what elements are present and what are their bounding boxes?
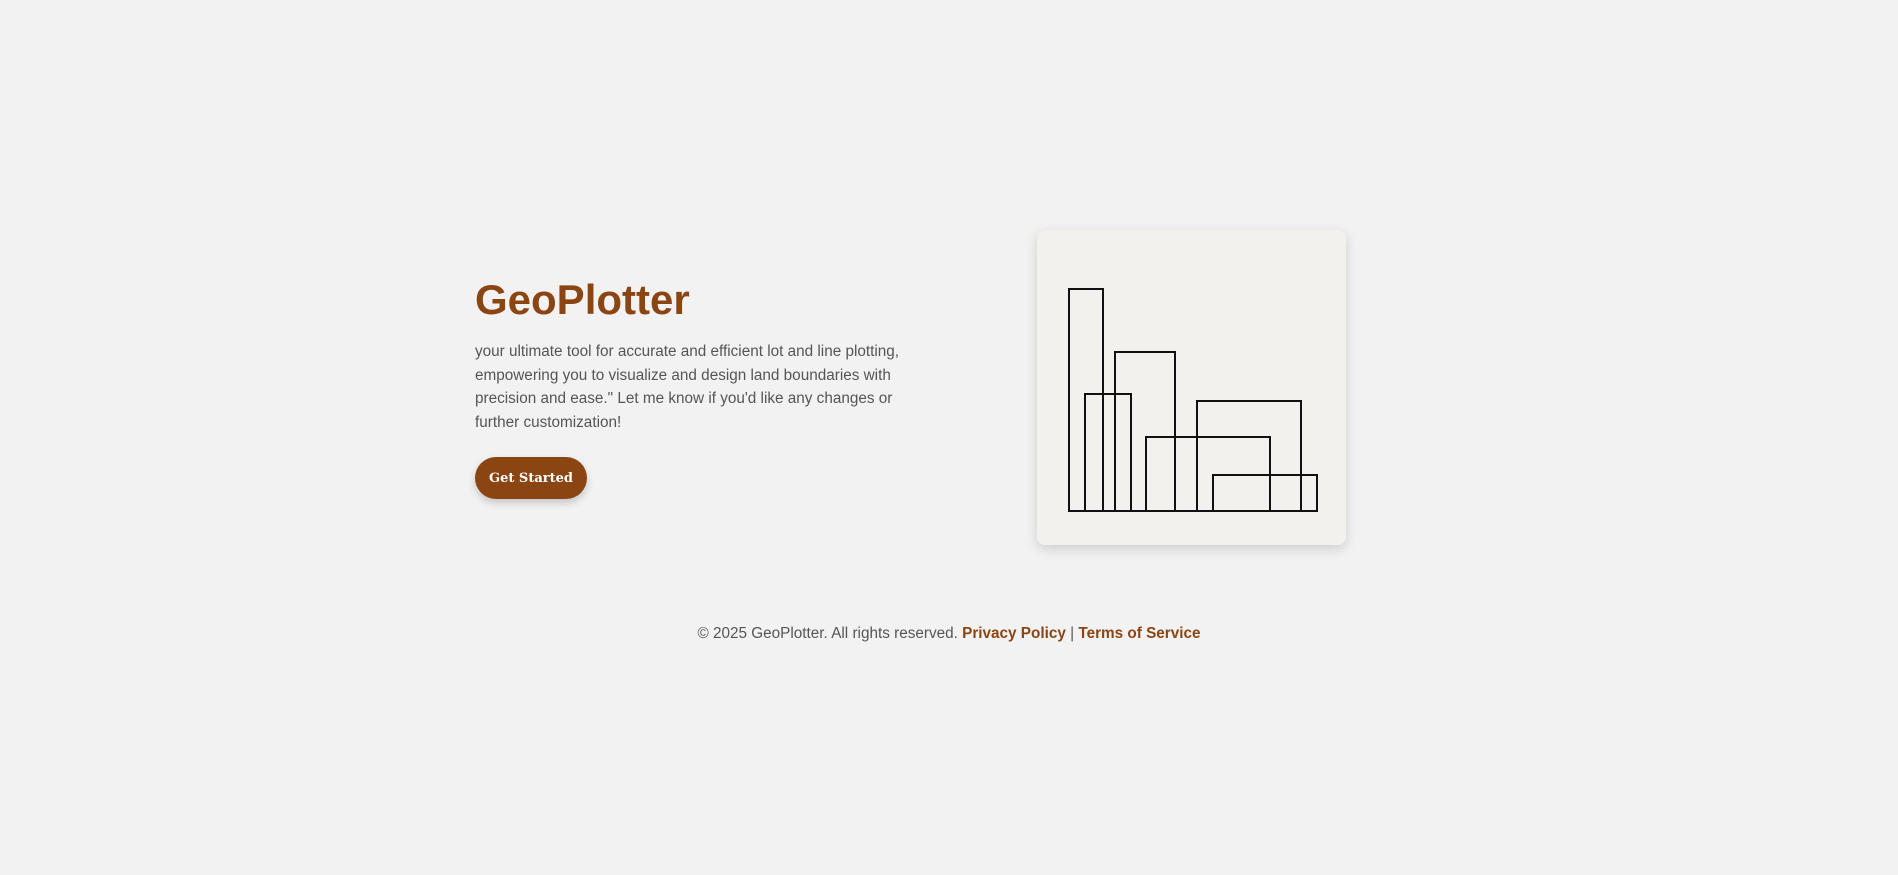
illustration-rect <box>1084 393 1132 512</box>
footer: © 2025 GeoPlotter. All rights reserved. … <box>0 625 1898 643</box>
get-started-button[interactable]: Get Started <box>475 457 587 499</box>
hero-section: GeoPlotter your ultimate tool for accura… <box>0 0 1898 875</box>
privacy-policy-link[interactable]: Privacy Policy <box>962 625 1066 642</box>
footer-separator: | <box>1070 625 1075 642</box>
copyright-text: © 2025 GeoPlotter. All rights reserved. <box>697 625 958 642</box>
page-title: GeoPlotter <box>475 276 690 323</box>
terms-of-service-link[interactable]: Terms of Service <box>1078 625 1200 642</box>
hero-text-block: GeoPlotter your ultimate tool for accura… <box>475 270 945 499</box>
hero-description: your ultimate tool for accurate and effi… <box>475 343 900 432</box>
illustration-card <box>1037 230 1346 545</box>
building-outline-illustration-icon <box>1068 288 1318 512</box>
